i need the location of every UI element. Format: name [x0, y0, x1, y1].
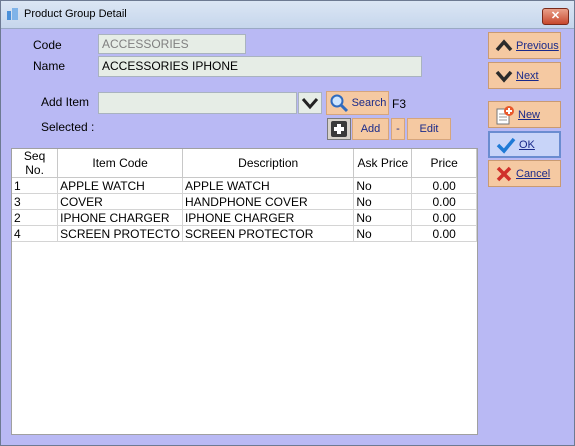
add-item-combo[interactable]: [98, 92, 297, 114]
description-cell: SCREEN PROTECTOR: [182, 225, 355, 242]
items-grid[interactable]: Seq No. Item Code Description Ask Price …: [11, 148, 478, 435]
ask-price-cell: No: [353, 177, 413, 194]
seq-cell: 3: [12, 193, 59, 210]
edit-label: Edit: [419, 123, 439, 135]
ok-label: OK: [519, 138, 535, 151]
ask-price-cell: No: [353, 193, 413, 210]
code-field: ACCESSORIES: [98, 34, 246, 54]
next-button[interactable]: Next: [488, 62, 561, 89]
item-code-cell: IPHONE CHARGER: [57, 209, 183, 226]
description-cell: HANDPHONE COVER: [182, 193, 355, 210]
close-button[interactable]: ✕: [542, 8, 569, 25]
ok-button[interactable]: OK: [488, 131, 561, 158]
chevron-down-icon: [495, 70, 513, 83]
search-button[interactable]: Search: [326, 91, 389, 115]
check-icon: [496, 137, 516, 154]
add-label: Add: [360, 123, 381, 135]
remove-label: -: [396, 123, 400, 135]
previous-label: Previous: [516, 39, 559, 52]
seq-cell: 2: [12, 209, 59, 226]
selected-label: Selected :: [41, 120, 95, 134]
add-icon-button[interactable]: [327, 118, 351, 140]
chevron-down-icon: [301, 98, 319, 110]
price-cell: 0.00: [411, 193, 477, 210]
plus-icon: [331, 121, 347, 137]
item-code-cell: COVER: [57, 193, 183, 210]
search-shortcut-label: F3: [392, 97, 407, 111]
code-label: Code: [33, 38, 62, 52]
cancel-label: Cancel: [516, 167, 551, 180]
search-icon: [330, 94, 348, 113]
seq-cell: 1: [12, 177, 59, 194]
table-row[interactable]: 4 SCREEN PROTECTO SCREEN PROTECTOR No 0.…: [12, 225, 477, 242]
description-cell: APPLE WATCH: [182, 177, 355, 194]
add-button[interactable]: Add: [352, 118, 389, 140]
description-cell: IPHONE CHARGER: [182, 209, 355, 226]
item-code-cell: APPLE WATCH: [57, 177, 183, 194]
cancel-button[interactable]: Cancel: [488, 160, 561, 187]
price-cell: 0.00: [411, 177, 477, 194]
name-label: Name: [33, 59, 66, 73]
column-header[interactable]: Price: [411, 149, 477, 178]
chevron-up-icon: [495, 38, 513, 51]
next-label: Next: [516, 69, 539, 82]
table-row[interactable]: 2 IPHONE CHARGER IPHONE CHARGER No 0.00: [12, 209, 477, 226]
add-item-dropdown-button[interactable]: [298, 92, 322, 114]
title-bar: Product Group Detail ✕: [1, 1, 574, 29]
ask-price-cell: No: [353, 209, 413, 226]
add-item-label: Add Item: [41, 95, 90, 109]
close-icon: ✕: [550, 10, 561, 22]
table-row[interactable]: 3 COVER HANDPHONE COVER No 0.00: [12, 193, 477, 210]
ask-price-cell: No: [353, 225, 413, 242]
name-field[interactable]: ACCESSORIES IPHONE: [98, 56, 422, 77]
window-title: Product Group Detail: [24, 8, 127, 20]
seq-cell: 4: [12, 225, 59, 242]
column-header[interactable]: Ask Price: [353, 149, 413, 178]
price-cell: 0.00: [411, 209, 477, 226]
remove-button[interactable]: -: [391, 118, 405, 140]
product-group-detail-window: Product Group Detail ✕ Code ACCESSORIES …: [0, 0, 575, 446]
column-header[interactable]: Description: [182, 149, 355, 178]
table-header-row: Seq No. Item Code Description Ask Price …: [12, 149, 477, 178]
column-header[interactable]: Seq No.: [12, 149, 59, 178]
x-icon: [496, 166, 512, 181]
items-table: Seq No. Item Code Description Ask Price …: [12, 149, 477, 242]
table-row[interactable]: 1 APPLE WATCH APPLE WATCH No 0.00: [12, 177, 477, 194]
search-label: Search: [351, 97, 387, 109]
item-code-cell: SCREEN PROTECTO: [57, 225, 183, 242]
price-cell: 0.00: [411, 225, 477, 242]
previous-button[interactable]: Previous: [488, 32, 561, 59]
new-label: New: [518, 108, 541, 121]
column-header[interactable]: Item Code: [57, 149, 183, 178]
app-icon: [7, 8, 18, 20]
new-document-icon: [496, 105, 514, 124]
edit-button[interactable]: Edit: [407, 118, 451, 140]
new-button[interactable]: New: [488, 101, 561, 128]
